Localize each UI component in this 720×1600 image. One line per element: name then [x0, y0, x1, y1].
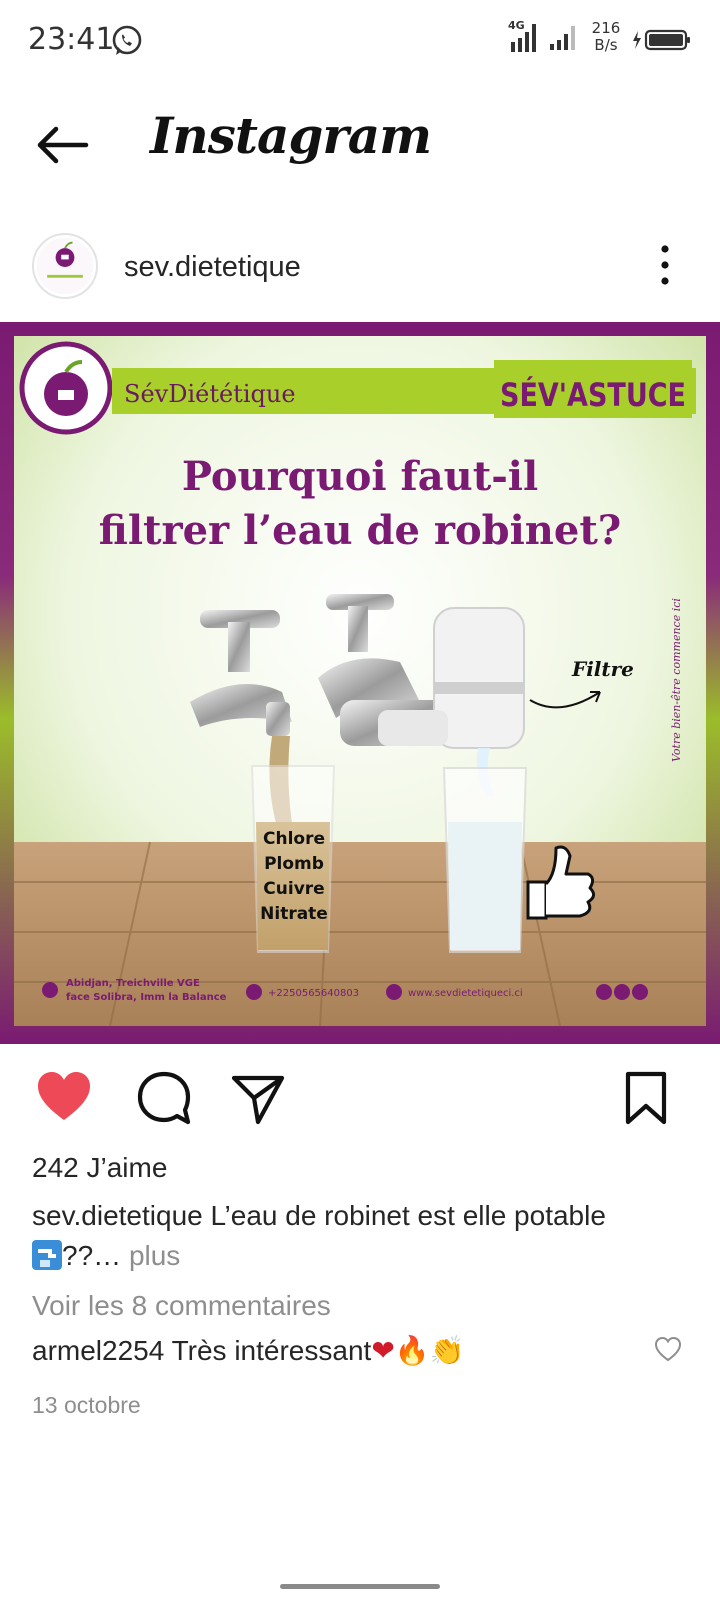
- status-bar: 23:41 4G 216 B/s: [0, 0, 720, 80]
- filter-label: Filtre: [571, 657, 634, 681]
- comment-row: armel2254 Très intéressant❤🔥👏: [32, 1334, 465, 1367]
- website: www.sevdietetiqueci.ci: [408, 988, 523, 999]
- network-speed: 216 B/s: [586, 20, 626, 54]
- top-bar: Instagram: [0, 90, 720, 200]
- status-time: 23:41: [28, 22, 115, 57]
- likes-count[interactable]: 242 J’aime: [32, 1152, 167, 1184]
- phone-number: +2250565640803: [268, 988, 359, 999]
- more-vertical-icon[interactable]: [650, 243, 680, 287]
- heart-outline-icon[interactable]: [654, 1336, 682, 1364]
- contaminant-cuivre: Cuivre: [263, 879, 324, 899]
- caption-text: L’eau de robinet est elle potable: [210, 1200, 606, 1231]
- comment-username[interactable]: armel2254: [32, 1335, 164, 1366]
- side-slogan: Votre bien-être commence ici: [670, 598, 683, 762]
- fire-emoji-icon: 🔥: [394, 1335, 430, 1366]
- whatsapp-icon: [112, 25, 142, 55]
- red-heart-emoji-icon: ❤: [371, 1335, 395, 1366]
- battery-charging-icon: [633, 29, 690, 51]
- address-line2: face Solibra, Imm la Balance: [66, 992, 227, 1003]
- bookmark-icon[interactable]: [616, 1068, 676, 1128]
- contaminant-nitrate: Nitrate: [260, 904, 328, 924]
- caption-line2: ??…: [62, 1240, 122, 1271]
- avatar-logo-icon: [36, 237, 94, 295]
- contaminant-plomb: Plomb: [264, 854, 324, 874]
- banner-title: SÉV'ASTUCE: [500, 376, 686, 414]
- signal-icon: [550, 26, 575, 50]
- app-title: Instagram: [150, 106, 432, 165]
- headline-line2: filtrer l’eau de robinet?: [99, 507, 621, 554]
- comment-bubble-icon[interactable]: [134, 1068, 194, 1128]
- whatsapp-small-icon: [614, 984, 630, 1000]
- network-speed-unit: B/s: [594, 36, 618, 54]
- post-caption: sev.dietetique L’eau de robinet est elle…: [32, 1196, 692, 1276]
- view-comments-link[interactable]: Voir les 8 commentaires: [32, 1290, 331, 1322]
- address-line1: Abidjan, Treichville VGE: [66, 978, 200, 989]
- post-actions: [0, 1060, 720, 1140]
- clapping-hands-emoji-icon: 👏: [429, 1335, 465, 1366]
- post-username[interactable]: sev.dietetique: [124, 251, 301, 284]
- facebook-icon: [596, 984, 612, 1000]
- post-header: sev.dietetique: [0, 225, 720, 315]
- heart-filled-icon[interactable]: [34, 1068, 94, 1128]
- instagram-small-icon: [632, 984, 648, 1000]
- brand-name: SévDiététique: [124, 380, 296, 408]
- faucet-emoji-icon: [32, 1240, 62, 1270]
- paper-plane-icon[interactable]: [228, 1068, 288, 1128]
- comment-text: Très intéressant: [171, 1335, 372, 1366]
- post-image[interactable]: SévDiététique SÉV'ASTUCE Pourquoi faut-i…: [0, 322, 720, 1044]
- headline-line1: Pourquoi faut-il: [182, 453, 538, 500]
- glass-filtered-water: [442, 767, 528, 953]
- signal-4g-icon: 4G: [508, 19, 536, 52]
- home-indicator[interactable]: [280, 1584, 440, 1589]
- post-date: 13 octobre: [32, 1392, 141, 1418]
- network-type-label: 4G: [508, 19, 525, 32]
- post-image-artwork: SévDiététique SÉV'ASTUCE Pourquoi faut-i…: [0, 322, 720, 1044]
- caption-more-link[interactable]: plus: [129, 1240, 180, 1271]
- contaminant-chlore: Chlore: [263, 829, 325, 849]
- arrow-left-icon[interactable]: [30, 120, 90, 170]
- avatar[interactable]: [32, 233, 98, 299]
- caption-username[interactable]: sev.dietetique: [32, 1200, 203, 1231]
- network-speed-value: 216: [591, 19, 621, 37]
